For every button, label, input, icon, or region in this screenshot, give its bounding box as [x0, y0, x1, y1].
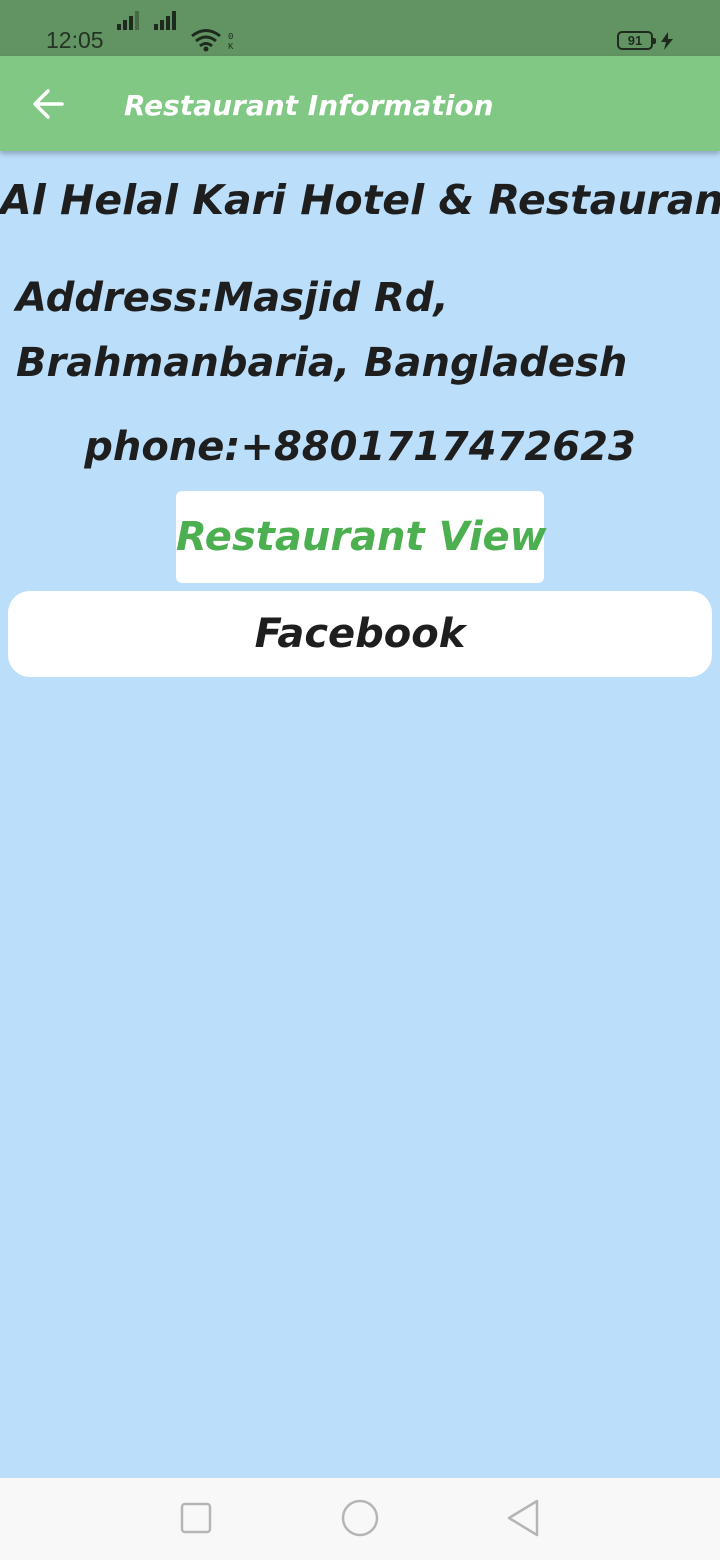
status-bar: 12:05 0K 91 [0, 0, 720, 56]
nav-back-button[interactable] [499, 1496, 549, 1540]
back-button[interactable] [22, 80, 74, 128]
battery-icon: 91 [617, 31, 656, 50]
data-speed-label: 0K [228, 32, 234, 52]
restaurant-phone[interactable]: phone:+8801717472623 [0, 424, 720, 470]
back-triangle-icon [507, 1499, 539, 1537]
facebook-button[interactable]: Facebook [8, 591, 712, 677]
recents-square-icon [180, 1502, 212, 1534]
restaurant-name: Al Helal Kari Hotel & Restaurant [0, 176, 720, 224]
recents-button[interactable] [171, 1496, 221, 1540]
restaurant-view-button[interactable]: Restaurant View [176, 491, 547, 583]
arrow-left-icon [33, 89, 64, 119]
app-bar: Restaurant Information [0, 56, 720, 151]
home-circle-icon [341, 1499, 379, 1537]
status-time: 12:05 [46, 27, 104, 53]
system-nav-bar [0, 1478, 720, 1560]
page-title: Restaurant Information [124, 89, 494, 122]
restaurant-address: Address:Masjid Rd, Brahmanbaria, Banglad… [16, 275, 628, 386]
charging-icon [661, 32, 673, 50]
home-button[interactable] [335, 1496, 385, 1540]
wifi-icon [191, 29, 221, 52]
